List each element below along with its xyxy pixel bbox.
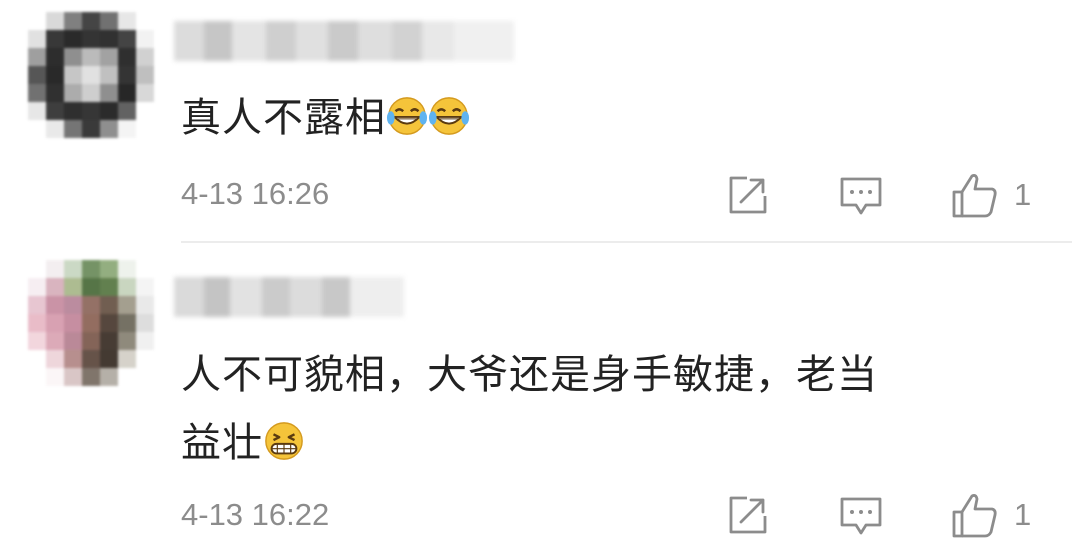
share-icon (729, 176, 767, 214)
grinning-emoji (265, 422, 303, 460)
comment-text: 人不可貌相，大爷还是身手敏捷，老当 益壮 (181, 341, 1041, 477)
comment-item: 人不可貌相，大爷还是身手敏捷，老当 益壮 4-13 16:22 1 (0, 244, 1072, 555)
avatar[interactable] (28, 12, 154, 138)
share-button[interactable] (727, 174, 769, 216)
comment-timestamp: 4-13 16:26 (181, 176, 330, 211)
share-icon (729, 496, 767, 534)
comment-timestamp: 4-13 16:22 (181, 497, 330, 532)
laughing-tears-emoji (386, 97, 428, 135)
like-icon (952, 174, 997, 218)
like-count: 1 (1014, 497, 1032, 532)
username[interactable] (174, 21, 514, 61)
reply-button[interactable] (839, 495, 883, 537)
like-button[interactable]: 1 (950, 492, 1031, 538)
username[interactable] (174, 277, 404, 317)
comment-text: 真人不露相 (181, 84, 1041, 152)
comment-item: 真人不露相 4-13 16:26 1 (0, 0, 1072, 242)
reply-button[interactable] (839, 175, 883, 217)
comment-text-content: 真人不露相 (181, 95, 386, 141)
like-button[interactable]: 1 (950, 172, 1031, 218)
share-button[interactable] (727, 494, 769, 536)
divider (181, 241, 1072, 243)
like-count: 1 (1014, 177, 1032, 212)
reply-icon (840, 177, 882, 215)
avatar[interactable] (28, 260, 154, 386)
like-icon (952, 494, 997, 538)
reply-icon (840, 497, 882, 535)
laughing-tears-emoji (428, 97, 470, 135)
